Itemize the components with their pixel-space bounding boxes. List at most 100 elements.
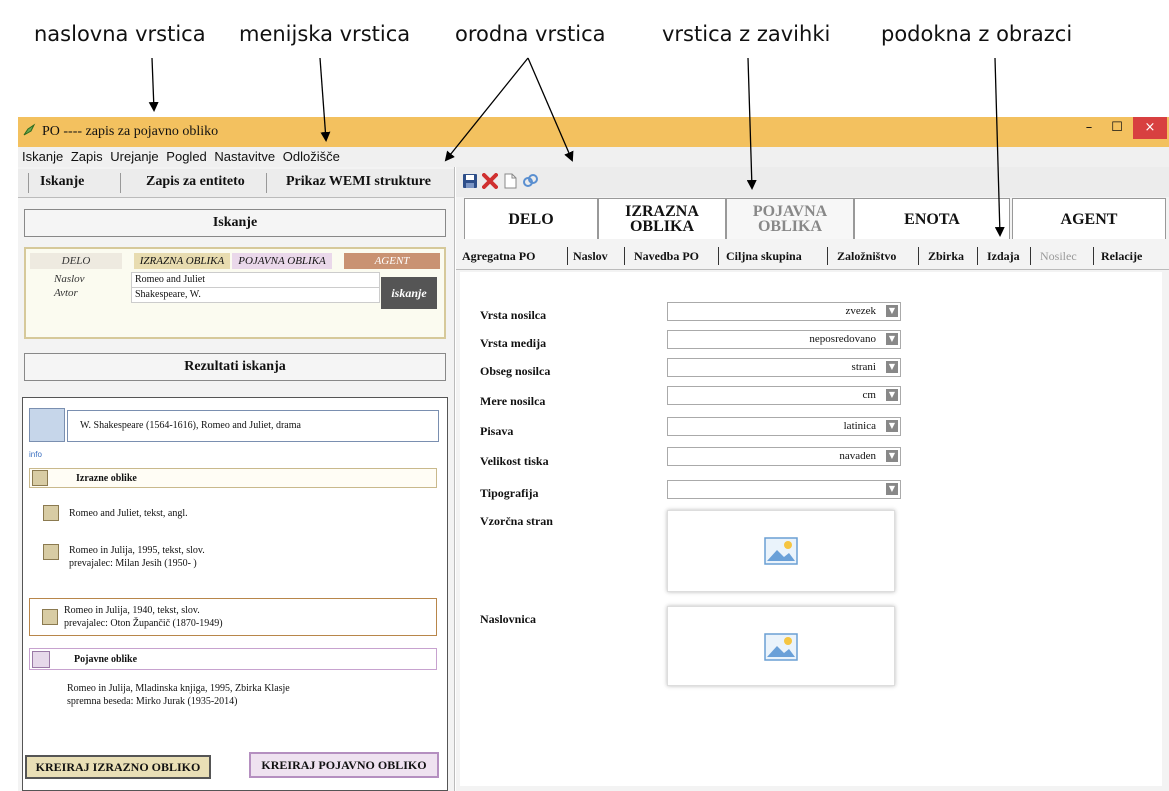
menu-item-odlozisce[interactable]: Odložišče xyxy=(283,147,340,167)
field-label-pisava: Pisava xyxy=(480,424,514,438)
obseg-nosilca-select[interactable]: strani ▼ xyxy=(667,358,901,377)
expression-item-3[interactable]: Romeo in Julija, 1940, tekst, slov. prev… xyxy=(29,598,437,636)
tab-agent[interactable]: AGENT xyxy=(1012,198,1166,239)
subtab-separator xyxy=(918,247,919,265)
work-icon xyxy=(29,408,65,442)
subtab-separator xyxy=(1093,247,1094,265)
maximize-button[interactable]: ☐ xyxy=(1103,117,1131,139)
subtab-zaloznistvo[interactable]: Založništvo xyxy=(837,249,896,264)
tab-delo[interactable]: DELO xyxy=(464,198,598,239)
delete-icon[interactable] xyxy=(482,173,498,189)
search-tab-izrazna[interactable]: IZRAZNA OBLIKA xyxy=(134,253,230,269)
cover-image[interactable] xyxy=(667,606,895,686)
menu-item-zapis[interactable]: Zapis xyxy=(71,147,103,167)
subtab-separator xyxy=(1030,247,1031,265)
chevron-down-icon[interactable]: ▼ xyxy=(886,361,898,373)
subtab-relacije[interactable]: Relacije xyxy=(1101,249,1142,264)
chevron-down-icon[interactable]: ▼ xyxy=(886,389,898,401)
expression-item-2[interactable]: Romeo in Julija, 1995, tekst, slov. xyxy=(69,544,205,557)
chevron-down-icon[interactable]: ▼ xyxy=(886,333,898,345)
expression-item-1[interactable]: Romeo and Juliet, tekst, angl. xyxy=(69,507,188,520)
expression-icon xyxy=(42,609,58,625)
menu-item-urejanje[interactable]: Urejanje xyxy=(110,147,158,167)
cover-label: Naslovnica xyxy=(480,612,537,626)
vrsta-nosilca-select[interactable]: zvezek ▼ xyxy=(667,302,901,321)
expression-item-2-translator: prevajalec: Milan Jesih (1950- ) xyxy=(69,558,197,569)
author-input[interactable]: Shakespeare, W. xyxy=(131,287,380,303)
chevron-down-icon[interactable]: ▼ xyxy=(886,483,898,495)
tab-pojavna-oblika[interactable]: POJAVNA OBLIKA xyxy=(726,198,854,239)
link-icon[interactable] xyxy=(522,173,538,189)
tab-separator xyxy=(266,173,267,193)
subtab-naslov[interactable]: Naslov xyxy=(573,249,608,264)
menu-bar: Iskanje Zapis Urejanje Pogled Nastavitve… xyxy=(18,147,1169,167)
search-button[interactable]: iskanje xyxy=(381,277,437,309)
expressions-header: Izrazne oblike xyxy=(29,468,437,488)
subtab-izdaja[interactable]: Izdaja xyxy=(987,249,1020,264)
expression-icon xyxy=(43,505,59,521)
tab-separator xyxy=(120,173,121,193)
field-label-avtor: Avtor xyxy=(54,287,78,299)
field-label-obseg-nosilca: Obseg nosilca xyxy=(480,364,551,378)
callout-tab-bar: vrstica z zavihki xyxy=(662,22,831,46)
manifestations-header: Pojavne oblike xyxy=(29,648,437,670)
field-label-vrsta-nosilca: Vrsta nosilca xyxy=(480,308,547,322)
vrsta-medija-select[interactable]: neposredovano ▼ xyxy=(667,330,901,349)
tab-zapis-za-entiteto[interactable]: Zapis za entiteto xyxy=(146,174,245,190)
search-tab-agent[interactable]: AGENT xyxy=(344,253,440,269)
menu-item-iskanje[interactable]: Iskanje xyxy=(22,147,63,167)
tipografija-select[interactable]: ▼ xyxy=(667,480,901,499)
create-manifestation-button[interactable]: KREIRAJ POJAVNO OBLIKO xyxy=(249,752,439,778)
menu-item-nastavitve[interactable]: Nastavitve xyxy=(214,147,275,167)
pisava-select[interactable]: latinica ▼ xyxy=(667,417,901,436)
results-heading: Rezultati iskanja xyxy=(24,353,446,381)
save-icon[interactable] xyxy=(462,173,478,189)
info-link[interactable]: info xyxy=(29,448,42,461)
title-input[interactable]: Romeo and Juliet xyxy=(131,272,380,288)
callout-menu-bar: menijska vrstica xyxy=(239,22,411,46)
chevron-down-icon[interactable]: ▼ xyxy=(886,420,898,432)
app-icon xyxy=(23,123,36,136)
obseg-nosilca-value: strani xyxy=(851,361,876,373)
tab-enota[interactable]: ENOTA xyxy=(854,198,1010,239)
new-document-icon[interactable] xyxy=(502,173,518,189)
velikost-tiska-select[interactable]: navaden ▼ xyxy=(667,447,901,466)
pisava-value: latinica xyxy=(843,420,876,432)
subtab-nosilec[interactable]: Nosilec xyxy=(1040,249,1077,264)
work-item[interactable]: W. Shakespeare (1564-1616), Romeo and Ju… xyxy=(67,410,439,442)
mere-nosilca-select[interactable]: cm ▼ xyxy=(667,386,901,405)
title-bar: PO ---- zapis za pojavno obliko – ☐ × xyxy=(18,117,1169,147)
tool-bar xyxy=(456,167,1169,197)
menu-item-pogled[interactable]: Pogled xyxy=(166,147,206,167)
subtab-ciljna-skupina[interactable]: Ciljna skupina xyxy=(726,249,802,264)
subtab-navedba-po[interactable]: Navedba PO xyxy=(634,249,699,264)
sample-page-label: Vzorčna stran xyxy=(480,514,553,528)
subtab-separator xyxy=(624,247,625,265)
tab-pojavna-line1: POJAVNA xyxy=(752,203,828,220)
tab-prikaz-wemi[interactable]: Prikaz WEMI strukture xyxy=(286,174,431,190)
create-expression-button[interactable]: KREIRAJ IZRAZNO OBLIKO xyxy=(25,755,211,779)
field-label-mere-nosilca: Mere nosilca xyxy=(480,394,546,408)
image-placeholder-icon xyxy=(764,537,798,565)
image-placeholder-icon xyxy=(764,633,798,661)
chevron-down-icon[interactable]: ▼ xyxy=(886,450,898,462)
close-button[interactable]: × xyxy=(1133,117,1167,139)
manifestation-item[interactable]: Romeo in Julija, Mladinska knjiga, 1995,… xyxy=(67,682,290,695)
search-tab-pojavna[interactable]: POJAVNA OBLIKA xyxy=(232,253,332,269)
tab-iskanje[interactable]: Iskanje xyxy=(40,174,84,190)
search-panel: DELO IZRAZNA OBLIKA POJAVNA OBLIKA AGENT… xyxy=(24,247,446,339)
field-label-tipografija: Tipografija xyxy=(480,486,539,500)
expression-item-3-translator: prevajalec: Oton Župančič (1870-1949) xyxy=(64,618,223,629)
subtab-zbirka[interactable]: Zbirka xyxy=(928,249,964,264)
sample-page-image[interactable] xyxy=(667,510,895,592)
chevron-down-icon[interactable]: ▼ xyxy=(886,305,898,317)
subtab-agregatna-po[interactable]: Agregatna PO xyxy=(462,249,535,264)
tab-separator xyxy=(28,173,29,193)
tab-izrazna-oblika[interactable]: IZRAZNA OBLIKA xyxy=(598,198,726,239)
callout-tool-bar: orodna vrstica xyxy=(455,22,606,46)
minimize-button[interactable]: – xyxy=(1075,117,1103,139)
tab-agent-label: AGENT xyxy=(1060,210,1118,228)
manifestation-item-note: spremna beseda: Mirko Jurak (1935-2014) xyxy=(67,696,238,707)
subtab-separator xyxy=(718,247,719,265)
search-tab-delo[interactable]: DELO xyxy=(30,253,122,269)
